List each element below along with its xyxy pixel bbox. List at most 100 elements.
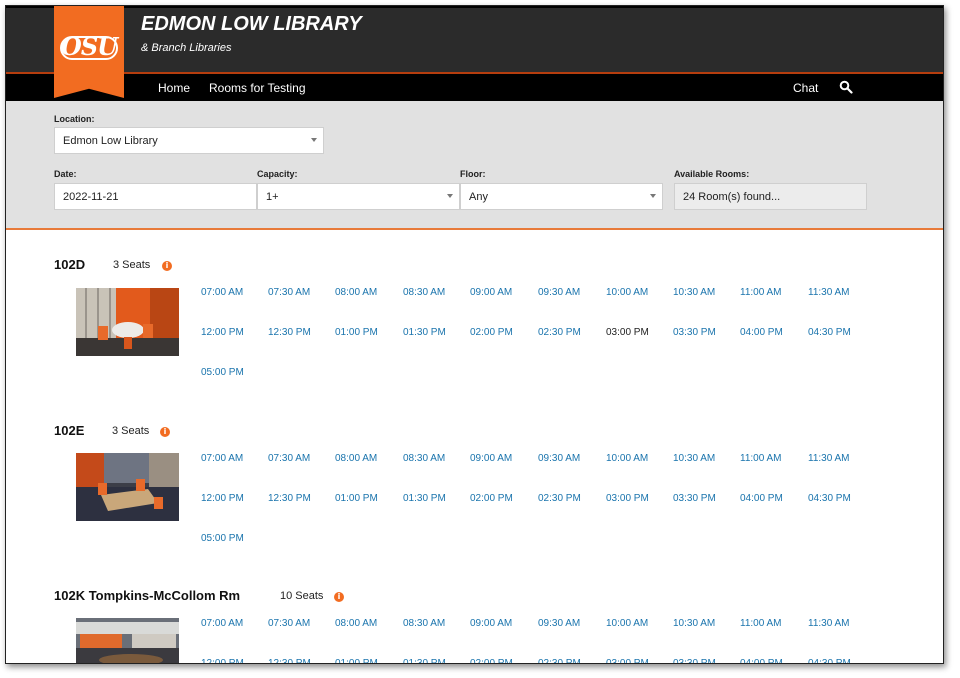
browser-window: OSU EDMON LOW LIBRARY & Branch Libraries… xyxy=(5,5,944,664)
time-slot[interactable]: 05:00 PM xyxy=(201,367,244,378)
site-subtitle: & Branch Libraries xyxy=(141,42,232,54)
time-slot[interactable]: 04:30 PM xyxy=(808,658,851,663)
time-slot[interactable]: 08:00 AM xyxy=(335,287,377,298)
room-seats: 10 Seats xyxy=(280,590,324,602)
time-slot[interactable]: 02:30 PM xyxy=(538,658,581,663)
available-rooms-field: 24 Room(s) found... xyxy=(674,183,867,210)
time-slot[interactable]: 09:30 AM xyxy=(538,618,580,629)
time-slot[interactable]: 02:30 PM xyxy=(538,327,581,338)
time-slot[interactable]: 12:30 PM xyxy=(268,658,311,663)
chevron-down-icon xyxy=(447,194,453,198)
time-slot[interactable]: 08:30 AM xyxy=(403,618,445,629)
time-slot[interactable]: 12:30 PM xyxy=(268,327,311,338)
time-slot[interactable]: 10:30 AM xyxy=(673,618,715,629)
filters-panel xyxy=(6,101,943,230)
available-rooms-value: 24 Room(s) found... xyxy=(683,191,781,203)
search-icon[interactable] xyxy=(839,80,853,94)
room-seats: 3 Seats xyxy=(113,259,151,271)
time-slot[interactable]: 04:30 PM xyxy=(808,327,851,338)
time-slot: 03:00 PM xyxy=(606,327,649,338)
time-slot[interactable]: 01:00 PM xyxy=(335,493,378,504)
time-slot[interactable]: 09:00 AM xyxy=(470,287,512,298)
time-slot[interactable]: 11:30 AM xyxy=(808,453,850,464)
time-slot[interactable]: 11:00 AM xyxy=(740,618,782,629)
info-icon[interactable]: i xyxy=(162,261,172,271)
time-slot[interactable]: 04:30 PM xyxy=(808,493,851,504)
time-slot[interactable]: 10:00 AM xyxy=(606,287,648,298)
time-slot[interactable]: 01:00 PM xyxy=(335,327,378,338)
time-slot[interactable]: 01:30 PM xyxy=(403,327,446,338)
time-slot[interactable]: 10:30 AM xyxy=(673,453,715,464)
location-select[interactable]: Edmon Low Library xyxy=(54,127,324,154)
time-slot[interactable]: 02:00 PM xyxy=(470,327,513,338)
time-slot[interactable]: 07:30 AM xyxy=(268,618,310,629)
room-name: 102D xyxy=(54,257,86,272)
time-slot[interactable]: 07:00 AM xyxy=(201,453,243,464)
time-slot[interactable]: 12:30 PM xyxy=(268,493,311,504)
time-slot[interactable]: 08:30 AM xyxy=(403,287,445,298)
info-icon[interactable]: i xyxy=(160,427,170,437)
room-photo[interactable] xyxy=(76,618,179,664)
time-slot[interactable]: 02:00 PM xyxy=(470,493,513,504)
time-slot[interactable]: 10:30 AM xyxy=(673,287,715,298)
time-slot[interactable]: 10:00 AM xyxy=(606,618,648,629)
time-slot[interactable]: 03:30 PM xyxy=(673,327,716,338)
time-slot[interactable]: 08:00 AM xyxy=(335,453,377,464)
capacity-value: 1+ xyxy=(266,191,279,203)
time-slot[interactable]: 03:30 PM xyxy=(673,493,716,504)
time-slot[interactable]: 03:00 PM xyxy=(606,493,649,504)
nav-rooms-link[interactable]: Rooms for Testing xyxy=(209,81,306,95)
capacity-label: Capacity: xyxy=(257,169,298,179)
time-slot[interactable]: 09:00 AM xyxy=(470,618,512,629)
time-slot[interactable]: 02:30 PM xyxy=(538,493,581,504)
time-slot[interactable]: 01:00 PM xyxy=(335,658,378,663)
time-slot[interactable]: 12:00 PM xyxy=(201,658,244,663)
date-label: Date: xyxy=(54,169,77,179)
site-title[interactable]: EDMON LOW LIBRARY xyxy=(141,13,362,36)
time-slot[interactable]: 04:00 PM xyxy=(740,493,783,504)
nav-chat-link[interactable]: Chat xyxy=(793,81,818,95)
time-slot[interactable]: 04:00 PM xyxy=(740,327,783,338)
time-slot[interactable]: 11:00 AM xyxy=(740,287,782,298)
chevron-down-icon xyxy=(311,138,317,142)
date-value: 2022-11-21 xyxy=(63,191,119,203)
time-slot[interactable]: 07:00 AM xyxy=(201,287,243,298)
available-rooms-label: Available Rooms: xyxy=(674,169,750,179)
floor-select[interactable]: Any xyxy=(460,183,663,210)
date-input[interactable]: 2022-11-21 xyxy=(54,183,257,210)
time-slot[interactable]: 12:00 PM xyxy=(201,327,244,338)
time-slot[interactable]: 11:00 AM xyxy=(740,453,782,464)
time-slot[interactable]: 09:30 AM xyxy=(538,287,580,298)
time-slot[interactable]: 07:00 AM xyxy=(201,618,243,629)
floor-value: Any xyxy=(469,191,488,203)
time-slot[interactable]: 08:30 AM xyxy=(403,453,445,464)
time-slot[interactable]: 02:00 PM xyxy=(470,658,513,663)
room-photo[interactable] xyxy=(76,288,179,356)
time-slot[interactable]: 07:30 AM xyxy=(268,453,310,464)
time-slot[interactable]: 11:30 AM xyxy=(808,618,850,629)
time-slot[interactable]: 07:30 AM xyxy=(268,287,310,298)
floor-label: Floor: xyxy=(460,169,486,179)
time-slot[interactable]: 03:00 PM xyxy=(606,658,649,663)
time-slot[interactable]: 11:30 AM xyxy=(808,287,850,298)
time-slot[interactable]: 08:00 AM xyxy=(335,618,377,629)
osu-logo[interactable]: OSU xyxy=(54,6,124,98)
time-slot[interactable]: 03:30 PM xyxy=(673,658,716,663)
room-name: 102K Tompkins-McCollom Rm xyxy=(54,588,241,603)
room-seats: 3 Seats xyxy=(112,425,150,437)
time-slot[interactable]: 01:30 PM xyxy=(403,658,446,663)
time-slot[interactable]: 04:00 PM xyxy=(740,658,783,663)
time-slot[interactable]: 09:30 AM xyxy=(538,453,580,464)
time-slot[interactable]: 01:30 PM xyxy=(403,493,446,504)
nav-home-link[interactable]: Home xyxy=(158,81,190,95)
time-slot[interactable]: 12:00 PM xyxy=(201,493,244,504)
info-icon[interactable]: i xyxy=(334,592,344,602)
time-slot[interactable]: 09:00 AM xyxy=(470,453,512,464)
capacity-select[interactable]: 1+ xyxy=(257,183,460,210)
chevron-down-icon xyxy=(650,194,656,198)
time-slot[interactable]: 10:00 AM xyxy=(606,453,648,464)
time-slot[interactable]: 05:00 PM xyxy=(201,533,244,544)
room-photo[interactable] xyxy=(76,453,179,521)
logo-text: OSU xyxy=(60,32,118,61)
room-name: 102E xyxy=(54,423,85,438)
